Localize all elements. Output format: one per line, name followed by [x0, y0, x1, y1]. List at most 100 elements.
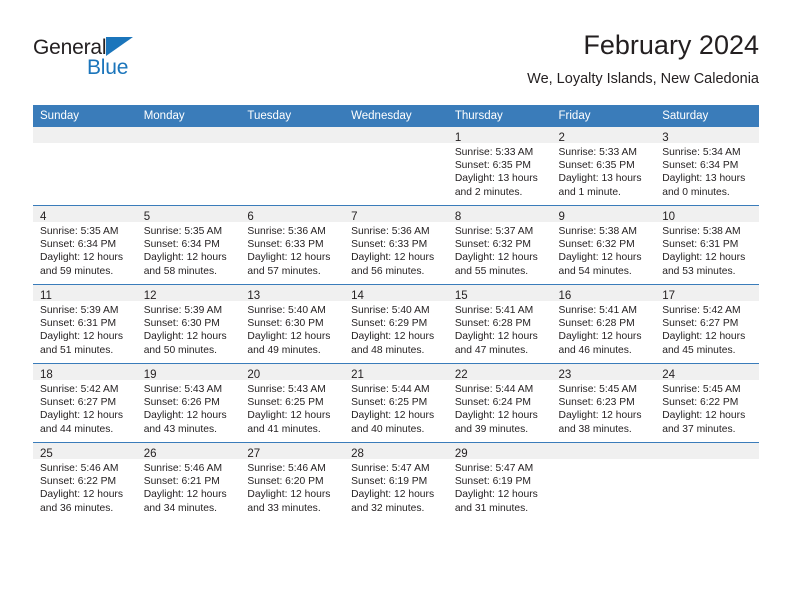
- calendar-day-cell-empty: [136, 127, 241, 206]
- daylight-text-line1: Daylight: 12 hours: [454, 489, 538, 501]
- sunrise-text: Sunrise: 5:42 AM: [662, 305, 741, 316]
- calendar-day-cell[interactable]: 6 Sunrise: 5:36 AM Sunset: 6:33 PM Daylight…: [240, 205, 345, 285]
- calendar-day-cell[interactable]: 1 Sunrise: 5:33 AM Sunset: 6:35 PM Daylight…: [447, 127, 552, 206]
- sunset-text: Sunset: 6:30 PM: [143, 318, 220, 330]
- logo-triangle-icon: [106, 37, 133, 56]
- sunrise-text: Sunrise: 5:47 AM: [351, 463, 430, 474]
- calendar-day-cell[interactable]: 26 Sunrise: 5:46 AM Sunset: 6:21 PM Dayligh…: [136, 442, 241, 521]
- calendar-day-cell[interactable]: 4 Sunrise: 5:35 AM Sunset: 6:34 PM Daylight…: [33, 205, 137, 285]
- day-number: 15: [454, 290, 468, 302]
- day-number: 29: [454, 448, 468, 460]
- day-number-band: 10: [655, 206, 759, 223]
- weekday-header-thursday: Thursday: [447, 105, 552, 127]
- daylight-text-line1: Daylight: 12 hours: [40, 410, 123, 422]
- day-number-band: 17: [655, 285, 759, 302]
- daylight-text-line1: Daylight: 13 hours: [662, 173, 746, 185]
- calendar-day-cell[interactable]: 3 Sunrise: 5:34 AM Sunset: 6:34 PM Daylight…: [655, 127, 759, 206]
- weekday-header-saturday: Saturday: [655, 105, 759, 127]
- day-number-band: 8: [447, 206, 552, 223]
- sunrise-text: Sunrise: 5:43 AM: [143, 384, 223, 395]
- calendar-day-cell[interactable]: 22 Sunrise: 5:44 AM Sunset: 6:24 PM Dayligh…: [447, 363, 552, 443]
- calendar-page: General Blue February 2024 We, Loyalty I…: [0, 0, 792, 612]
- daylight-text-line1: Daylight: 12 hours: [351, 489, 435, 501]
- calendar-week-row: 11 Sunrise: 5:39 AM Sunset: 6:31 PM Dayligh…: [33, 284, 759, 364]
- sunset-text: Sunset: 6:31 PM: [40, 318, 117, 330]
- day-number-band: 27: [240, 443, 345, 460]
- sunrise-text: Sunrise: 5:40 AM: [247, 305, 326, 316]
- sunset-text: Sunset: 6:33 PM: [247, 239, 324, 251]
- sunset-text: Sunset: 6:24 PM: [454, 397, 531, 409]
- day-number: 5: [143, 211, 151, 223]
- calendar-day-cell[interactable]: 27 Sunrise: 5:46 AM Sunset: 6:20 PM Dayligh…: [240, 442, 345, 521]
- calendar-day-cell[interactable]: 28 Sunrise: 5:47 AM Sunset: 6:19 PM Dayligh…: [344, 442, 448, 521]
- day-cell-body: Sunrise: 5:35 AM Sunset: 6:34 PM Daylight:…: [33, 222, 137, 278]
- day-number-band: 4: [33, 206, 137, 223]
- day-number-band: [551, 443, 656, 459]
- calendar-day-cell[interactable]: 13 Sunrise: 5:40 AM Sunset: 6:30 PM Dayligh…: [240, 284, 345, 364]
- calendar-day-cell[interactable]: 15 Sunrise: 5:41 AM Sunset: 6:28 PM Dayligh…: [447, 284, 552, 364]
- calendar-day-cell-empty: [551, 442, 656, 521]
- daylight-text-line1: Daylight: 13 hours: [454, 173, 538, 185]
- day-number-band: 18: [33, 364, 137, 381]
- daylight-text-line1: Daylight: 12 hours: [454, 331, 538, 343]
- calendar-day-cell[interactable]: 23 Sunrise: 5:45 AM Sunset: 6:23 PM Dayligh…: [551, 363, 656, 443]
- sunrise-text: Sunrise: 5:35 AM: [40, 226, 119, 237]
- day-cell-body: Sunrise: 5:39 AM Sunset: 6:31 PM Daylight:…: [33, 301, 137, 357]
- calendar-day-cell[interactable]: 11 Sunrise: 5:39 AM Sunset: 6:31 PM Dayligh…: [33, 284, 137, 364]
- day-number: 9: [558, 211, 565, 223]
- day-number: 27: [247, 448, 261, 460]
- day-number-band: 14: [344, 285, 448, 302]
- daylight-text-line2: and 39 minutes.: [454, 423, 529, 435]
- calendar-day-cell[interactable]: 10 Sunrise: 5:38 AM Sunset: 6:31 PM Dayligh…: [655, 205, 759, 285]
- daylight-text-line2: and 36 minutes.: [40, 502, 114, 514]
- sunset-text: Sunset: 6:19 PM: [454, 476, 531, 488]
- day-cell-body: Sunrise: 5:45 AM Sunset: 6:23 PM Daylight:…: [552, 380, 656, 436]
- day-number-band: 1: [447, 127, 552, 144]
- calendar-day-cell[interactable]: 19 Sunrise: 5:43 AM Sunset: 6:26 PM Dayligh…: [136, 363, 241, 443]
- day-cell-body: Sunrise: 5:46 AM Sunset: 6:20 PM Daylight:…: [240, 459, 344, 515]
- day-cell-body: Sunrise: 5:46 AM Sunset: 6:22 PM Daylight:…: [33, 459, 137, 515]
- calendar-day-cell[interactable]: 17 Sunrise: 5:42 AM Sunset: 6:27 PM Dayligh…: [655, 284, 759, 364]
- general-blue-logo: General Blue: [33, 36, 183, 88]
- sunset-text: Sunset: 6:34 PM: [143, 239, 220, 251]
- calendar-day-cell[interactable]: 20 Sunrise: 5:43 AM Sunset: 6:25 PM Dayligh…: [240, 363, 345, 443]
- daylight-text-line2: and 46 minutes.: [558, 344, 632, 356]
- calendar-day-cell[interactable]: 24 Sunrise: 5:45 AM Sunset: 6:22 PM Dayligh…: [655, 363, 759, 443]
- calendar-day-cell[interactable]: 25 Sunrise: 5:46 AM Sunset: 6:22 PM Dayligh…: [33, 442, 137, 521]
- sunset-text: Sunset: 6:34 PM: [662, 160, 739, 172]
- calendar-day-cell[interactable]: 16 Sunrise: 5:41 AM Sunset: 6:28 PM Dayligh…: [551, 284, 656, 364]
- day-number: 23: [558, 369, 572, 381]
- daylight-text-line1: Daylight: 12 hours: [454, 252, 538, 264]
- day-number-band: 12: [136, 285, 241, 302]
- calendar-day-cell[interactable]: 29 Sunrise: 5:47 AM Sunset: 6:19 PM Dayligh…: [447, 442, 552, 521]
- calendar-day-cell[interactable]: 21 Sunrise: 5:44 AM Sunset: 6:25 PM Dayligh…: [344, 363, 448, 443]
- daylight-text-line1: Daylight: 12 hours: [558, 252, 642, 264]
- day-number-band: 11: [33, 285, 137, 302]
- daylight-text-line2: and 55 minutes.: [454, 265, 529, 277]
- calendar-day-cell[interactable]: 2 Sunrise: 5:33 AM Sunset: 6:35 PM Daylight…: [551, 127, 656, 206]
- sunrise-text: Sunrise: 5:44 AM: [454, 384, 534, 395]
- day-number: 16: [558, 290, 572, 302]
- day-number: 28: [351, 448, 364, 460]
- calendar-day-cell[interactable]: 14 Sunrise: 5:40 AM Sunset: 6:29 PM Dayligh…: [344, 284, 448, 364]
- calendar-day-cell[interactable]: 8 Sunrise: 5:37 AM Sunset: 6:32 PM Daylight…: [447, 205, 552, 285]
- day-number-band: 26: [136, 443, 241, 460]
- sunset-text: Sunset: 6:25 PM: [351, 397, 428, 409]
- calendar-day-cell[interactable]: 5 Sunrise: 5:35 AM Sunset: 6:34 PM Daylight…: [136, 205, 241, 285]
- logo-text-blue: Blue: [87, 56, 129, 79]
- calendar-day-cell[interactable]: 18 Sunrise: 5:42 AM Sunset: 6:27 PM Dayligh…: [33, 363, 137, 443]
- day-number-band: 19: [136, 364, 241, 381]
- calendar-day-cell[interactable]: 7 Sunrise: 5:36 AM Sunset: 6:33 PM Daylight…: [344, 205, 448, 285]
- day-number: 4: [40, 211, 47, 223]
- calendar-day-cell[interactable]: 12 Sunrise: 5:39 AM Sunset: 6:30 PM Dayligh…: [136, 284, 241, 364]
- daylight-text-line2: and 59 minutes.: [40, 265, 114, 277]
- calendar-day-cell[interactable]: 9 Sunrise: 5:38 AM Sunset: 6:32 PM Daylight…: [551, 205, 656, 285]
- day-number-band: 22: [447, 364, 552, 381]
- sunset-text: Sunset: 6:32 PM: [454, 239, 531, 251]
- day-cell-body: Sunrise: 5:34 AM Sunset: 6:34 PM Daylight:…: [655, 143, 759, 199]
- calendar-week-row: 4 Sunrise: 5:35 AM Sunset: 6:34 PM Daylight…: [33, 205, 759, 285]
- daylight-text-line1: Daylight: 12 hours: [143, 410, 227, 422]
- sunset-text: Sunset: 6:30 PM: [247, 318, 324, 330]
- day-number-band: 25: [33, 443, 137, 460]
- calendar-week-row: 18 Sunrise: 5:42 AM Sunset: 6:27 PM Dayligh…: [33, 363, 759, 443]
